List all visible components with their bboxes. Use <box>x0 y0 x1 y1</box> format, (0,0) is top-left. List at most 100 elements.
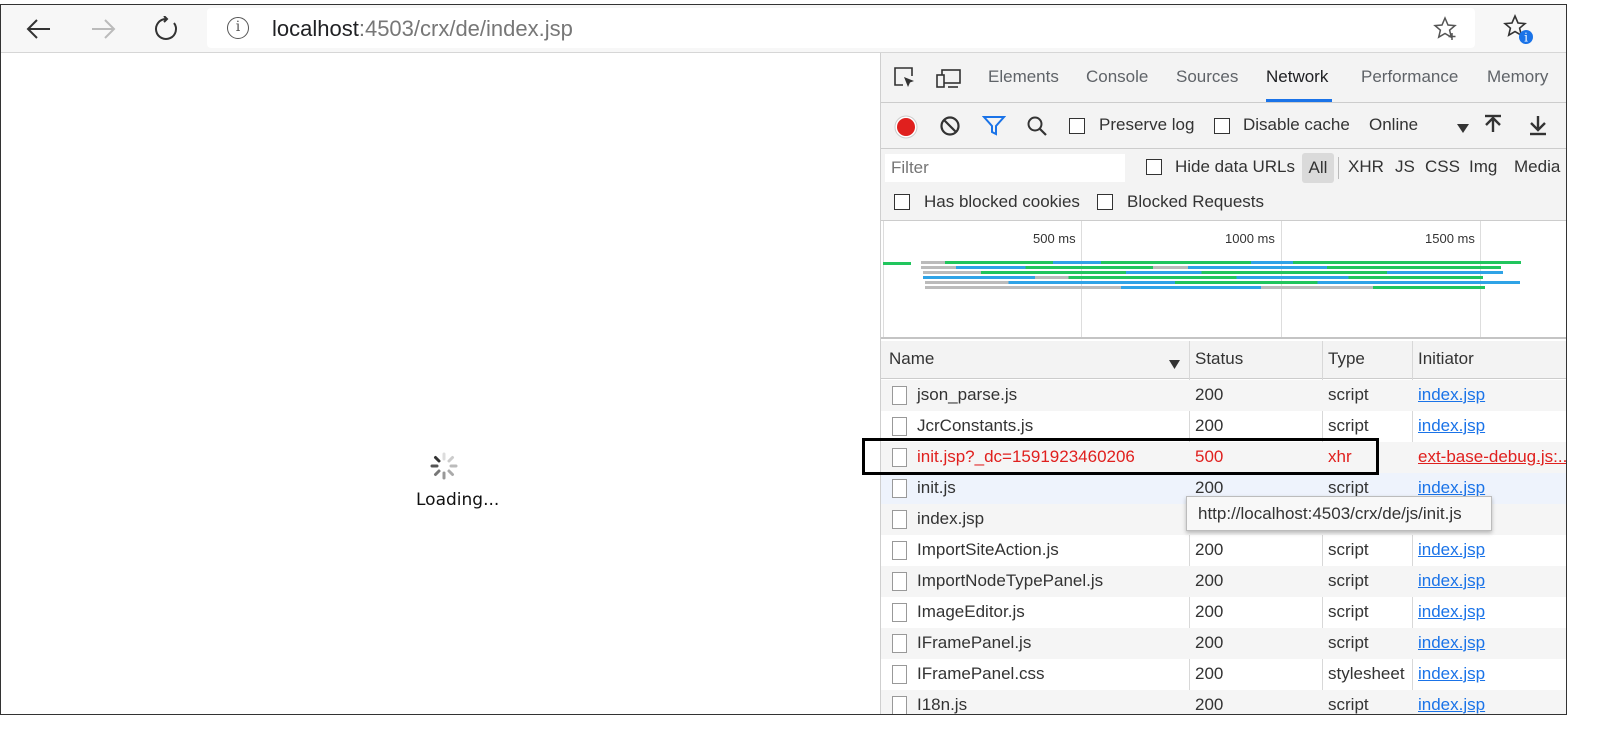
tab-console[interactable]: Console <box>1086 67 1148 87</box>
table-row[interactable]: IFramePanel.js 200 script index.jsp <box>881 628 1566 659</box>
timeline-bar <box>925 286 1485 289</box>
tab-performance[interactable]: Performance <box>1361 67 1458 87</box>
request-initiator-link[interactable]: index.jsp <box>1418 602 1485 622</box>
throttling-select[interactable]: Online <box>1369 115 1418 135</box>
request-initiator-link[interactable]: index.jsp <box>1418 695 1485 714</box>
table-row[interactable]: IFramePanel.css 200 stylesheet index.jsp <box>881 659 1566 690</box>
type-filter-css[interactable]: CSS <box>1425 157 1460 177</box>
search-icon[interactable] <box>1026 115 1048 142</box>
svg-text:i: i <box>1524 31 1528 45</box>
document-file-icon <box>892 572 907 591</box>
document-file-icon <box>892 634 907 653</box>
tab-sources[interactable]: Sources <box>1176 67 1238 87</box>
requests-table-header: Name Status Type Initiator <box>881 341 1566 379</box>
error-row-highlight-box <box>862 438 1379 475</box>
filter-bar: Hide data URLs All XHR JS CSS Img Media … <box>881 149 1566 221</box>
sort-descending-icon[interactable] <box>1169 356 1180 374</box>
active-tab-indicator <box>1266 99 1332 102</box>
request-status: 200 <box>1195 571 1224 590</box>
preserve-log-checkbox[interactable] <box>1069 118 1085 134</box>
table-row[interactable]: json_parse.js 200 script index.jsp <box>881 380 1566 411</box>
table-row[interactable]: ImportSiteAction.js 200 script index.jsp <box>881 535 1566 566</box>
request-initiator-link[interactable]: index.jsp <box>1418 416 1485 436</box>
type-filter-js[interactable]: JS <box>1395 157 1415 177</box>
hide-data-urls-checkbox[interactable] <box>1146 159 1162 175</box>
disable-cache-checkbox[interactable] <box>1214 118 1230 134</box>
type-filter-all[interactable]: All <box>1302 153 1334 183</box>
document-file-icon <box>892 603 907 622</box>
document-file-icon <box>892 479 907 498</box>
gridline <box>1480 221 1481 337</box>
timeline-bar <box>921 266 1501 269</box>
type-filter-media[interactable]: Media <box>1514 157 1560 177</box>
devtools-panel: Elements Console Sources Network Perform… <box>880 53 1566 714</box>
request-type: script <box>1328 540 1369 559</box>
type-filter-xhr[interactable]: XHR <box>1348 157 1384 177</box>
request-type: script <box>1328 416 1369 435</box>
gridline <box>1081 221 1082 337</box>
document-file-icon <box>892 541 907 560</box>
forward-arrow-icon[interactable] <box>83 9 123 49</box>
request-type: script <box>1328 695 1369 714</box>
back-arrow-icon[interactable] <box>19 9 59 49</box>
loading-text: Loading... <box>416 490 500 510</box>
table-row[interactable]: ImportNodeTypePanel.js 200 script index.jsp <box>881 566 1566 597</box>
blocked-requests-checkbox[interactable] <box>1097 194 1113 210</box>
network-overview-timeline[interactable]: 500 ms 1000 ms 1500 ms <box>881 221 1566 339</box>
tab-memory[interactable]: Memory <box>1487 67 1548 87</box>
clear-icon[interactable] <box>939 115 961 142</box>
request-initiator-link[interactable]: index.jsp <box>1418 540 1485 560</box>
chevron-down-icon[interactable] <box>1457 121 1469 139</box>
request-name: IFramePanel.css <box>917 664 1045 683</box>
record-icon[interactable] <box>894 115 918 144</box>
request-initiator-link[interactable]: index.jsp <box>1418 571 1485 591</box>
address-bar[interactable]: i localhost:4503/crx/de/index.jsp <box>207 8 1475 48</box>
column-header-type[interactable]: Type <box>1328 349 1365 369</box>
table-row[interactable]: ImageEditor.js 200 script index.jsp <box>881 597 1566 628</box>
document-file-icon <box>892 417 907 436</box>
tab-elements[interactable]: Elements <box>988 67 1059 87</box>
document-file-icon <box>892 510 907 529</box>
request-type: script <box>1328 478 1369 497</box>
request-status: 200 <box>1195 695 1224 714</box>
request-initiator-link[interactable]: index.jsp <box>1418 664 1485 684</box>
request-initiator-link[interactable]: index.jsp <box>1418 478 1485 498</box>
request-status: 200 <box>1195 540 1224 559</box>
request-status: 200 <box>1195 633 1224 652</box>
initiator-tooltip: http://localhost:4503/crx/de/js/init.js <box>1186 496 1492 531</box>
has-blocked-cookies-checkbox[interactable] <box>894 194 910 210</box>
favorite-star-icon[interactable] <box>1433 16 1459 47</box>
timeline-tick-label: 1000 ms <box>1225 231 1275 246</box>
table-row[interactable]: I18n.js 200 script index.jsp <box>881 690 1566 714</box>
document-file-icon <box>892 665 907 684</box>
devtools-tabbar: Elements Console Sources Network Perform… <box>881 53 1566 103</box>
import-har-icon[interactable] <box>1483 114 1503 141</box>
preserve-log-label: Preserve log <box>1099 115 1195 134</box>
type-filter-img[interactable]: Img <box>1469 157 1497 177</box>
timeline-bar <box>923 271 1503 274</box>
column-header-status[interactable]: Status <box>1195 349 1243 369</box>
request-name: ImportSiteAction.js <box>917 540 1059 559</box>
filter-icon[interactable] <box>981 115 1007 142</box>
request-name: init.js <box>917 478 956 497</box>
request-initiator-link[interactable]: index.jsp <box>1418 385 1485 405</box>
request-initiator-link[interactable]: ext-base-debug.js:... <box>1418 447 1566 467</box>
browser-toolbar: i localhost:4503/crx/de/index.jsp i <box>1 5 1566 53</box>
request-name: index.jsp <box>917 509 985 528</box>
url-text[interactable]: localhost:4503/crx/de/index.jsp <box>272 16 573 42</box>
filter-input[interactable] <box>885 154 1125 182</box>
request-name: ImportNodeTypePanel.js <box>917 571 1104 590</box>
inspect-element-icon[interactable] <box>893 66 917 95</box>
column-header-name[interactable]: Name <box>889 349 934 369</box>
device-toolbar-icon[interactable] <box>936 68 962 95</box>
refresh-icon[interactable] <box>147 9 187 49</box>
gridline <box>1281 221 1282 337</box>
favorites-collection-icon[interactable]: i <box>1498 9 1538 49</box>
site-info-icon[interactable]: i <box>227 17 249 39</box>
export-har-icon[interactable] <box>1528 114 1548 141</box>
browser-window: i localhost:4503/crx/de/index.jsp i Load… <box>0 4 1567 715</box>
request-type: script <box>1328 633 1369 652</box>
request-initiator-link[interactable]: index.jsp <box>1418 633 1485 653</box>
column-header-initiator[interactable]: Initiator <box>1418 349 1474 369</box>
tab-network[interactable]: Network <box>1266 67 1328 87</box>
